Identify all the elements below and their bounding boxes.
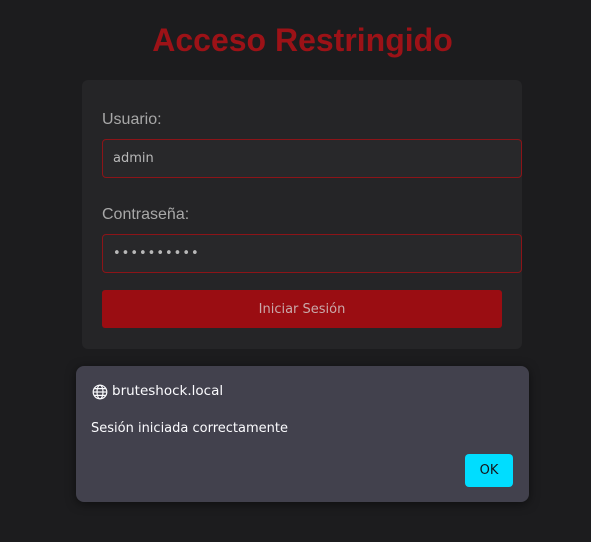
alert-dialog: bruteshock.local Sesión iniciada correct… — [76, 366, 529, 502]
login-button[interactable]: Iniciar Sesión — [102, 290, 502, 328]
page-title: Acceso Restringido — [152, 22, 453, 58]
username-input[interactable] — [102, 139, 522, 178]
dialog-message: Sesión iniciada correctamente — [91, 421, 288, 436]
password-input[interactable] — [102, 234, 522, 273]
password-label: Contraseña: — [102, 206, 190, 223]
ok-button[interactable]: OK — [465, 454, 513, 487]
dialog-origin: bruteshock.local — [112, 383, 224, 399]
globe-icon — [92, 384, 108, 400]
login-form: Usuario: Contraseña: Iniciar Sesión — [82, 80, 522, 349]
username-label: Usuario: — [102, 111, 162, 128]
